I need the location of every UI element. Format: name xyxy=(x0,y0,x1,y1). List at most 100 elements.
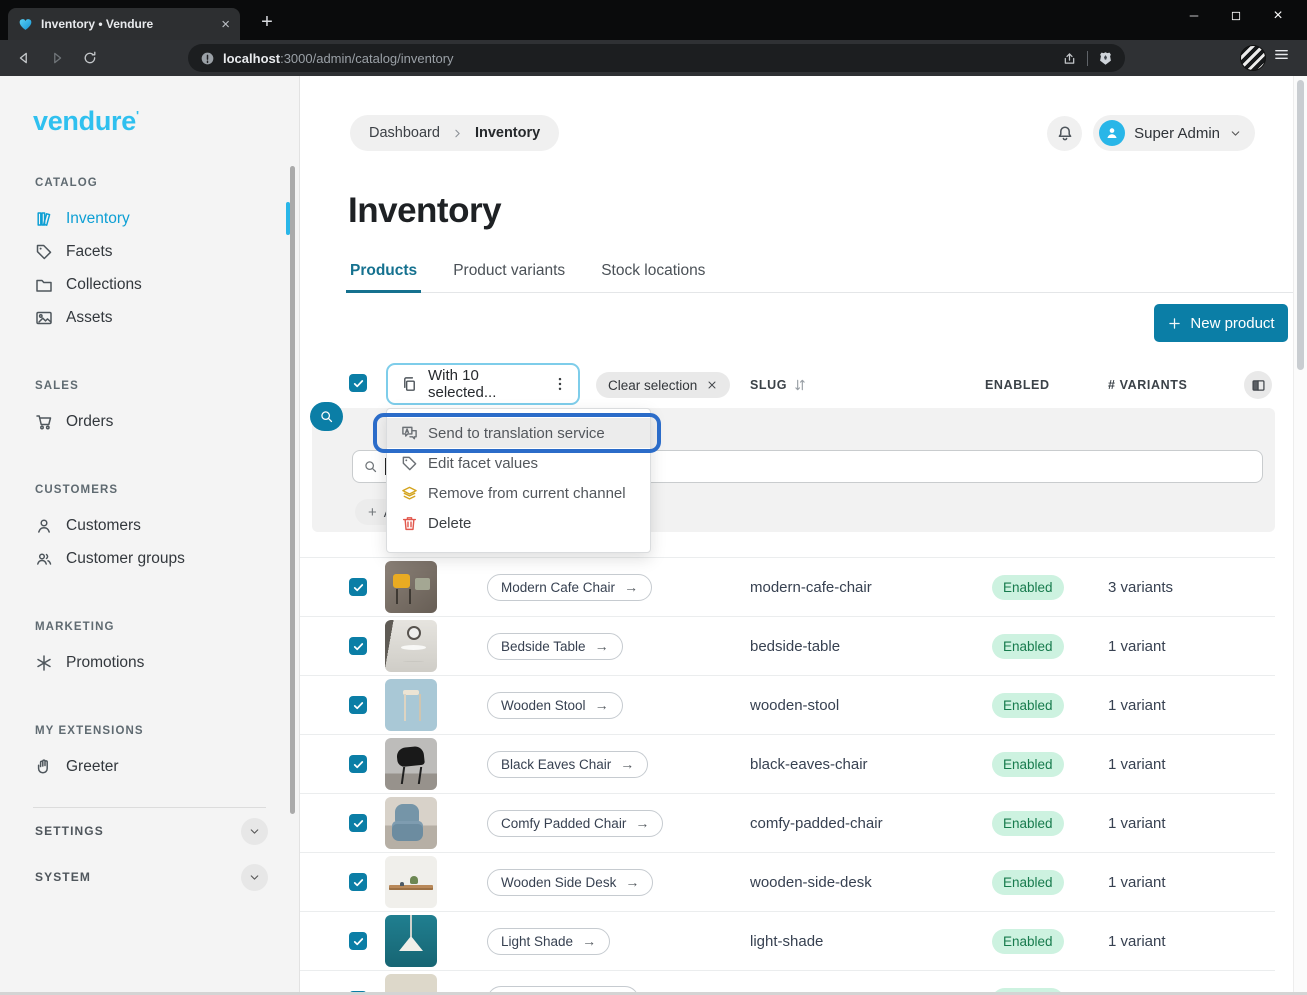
tab-close-icon[interactable]: × xyxy=(221,17,230,32)
sidebar-item-orders[interactable]: Orders xyxy=(0,405,299,438)
menu-item-label: Send to translation service xyxy=(428,425,605,442)
row-checkbox[interactable] xyxy=(349,814,367,832)
share-icon[interactable] xyxy=(1062,51,1077,66)
url-bar[interactable]: localhost:3000/admin/catalog/inventory xyxy=(188,44,1125,72)
menu-item-remove-from-current-channel[interactable]: Remove from current channel xyxy=(387,478,650,508)
urlbar-actions xyxy=(1062,51,1113,66)
tab-stock-locations[interactable]: Stock locations xyxy=(599,262,707,292)
sidebar-item-customers[interactable]: Customers xyxy=(0,509,299,542)
sidebar-item-collections[interactable]: Collections xyxy=(0,268,299,301)
maximize-button[interactable] xyxy=(1215,2,1257,30)
menu-item-send-to-translation-service[interactable]: Send to translation service xyxy=(387,418,650,448)
page-scrollbar[interactable] xyxy=(1293,76,1307,995)
sidebar-item-greeter[interactable]: Greeter xyxy=(0,750,299,783)
row-checkbox[interactable] xyxy=(349,578,367,596)
product-slug: black-eaves-chair xyxy=(750,756,992,773)
table-row: Modern Cafe Chair→modern-cafe-chairEnabl… xyxy=(300,557,1275,616)
site-info-icon[interactable] xyxy=(200,51,215,66)
page-title: Inventory xyxy=(348,191,501,231)
column-settings-button[interactable] xyxy=(1244,371,1272,399)
browser-tab-title: Inventory • Vendure xyxy=(41,17,213,31)
browser-menu-button[interactable] xyxy=(1273,46,1297,70)
menu-item-edit-facet-values[interactable]: Edit facet values xyxy=(387,448,650,478)
browser-tab[interactable]: Inventory • Vendure × xyxy=(8,8,240,40)
vendure-favicon-icon xyxy=(18,17,33,32)
product-thumbnail xyxy=(385,856,437,908)
new-product-button[interactable]: New product xyxy=(1154,304,1288,342)
minimize-button[interactable] xyxy=(1173,2,1215,30)
product-name-link[interactable]: Wooden Side Desk→ xyxy=(487,869,653,896)
table-row: Wooden Stool→wooden-stoolEnabled1 varian… xyxy=(300,675,1275,734)
tab-products[interactable]: Products xyxy=(348,262,419,292)
column-header-slug[interactable]: SLUG xyxy=(750,378,807,392)
check-icon xyxy=(352,699,365,712)
row-checkbox[interactable] xyxy=(349,932,367,950)
hamburger-icon xyxy=(1273,46,1290,63)
product-name-cell: Bedside Table→ xyxy=(487,633,750,660)
back-button[interactable] xyxy=(12,46,36,70)
product-name-link[interactable]: Modern Cafe Chair→ xyxy=(487,574,652,601)
select-all-checkbox[interactable] xyxy=(349,374,367,392)
sidebar-item-settings[interactable]: SETTINGS xyxy=(35,808,268,854)
variant-count: 3 variants xyxy=(1108,579,1173,596)
row-checkbox[interactable] xyxy=(349,637,367,655)
maximize-icon xyxy=(1230,10,1242,22)
browser-nav-buttons xyxy=(12,46,102,70)
menu-item-delete[interactable]: Delete xyxy=(387,508,650,538)
forward-button[interactable] xyxy=(45,46,69,70)
forward-icon xyxy=(49,50,65,66)
table-row: Comfy Padded Chair→comfy-padded-chairEna… xyxy=(300,793,1275,852)
search-toggle-button[interactable] xyxy=(310,402,343,431)
product-name-link[interactable]: Comfy Padded Chair→ xyxy=(487,810,663,837)
row-checkbox[interactable] xyxy=(349,873,367,891)
product-name-link[interactable]: Light Shade→ xyxy=(487,928,610,955)
sidebar-scrollbar[interactable] xyxy=(290,166,295,814)
sidebar-item-customer-groups[interactable]: Customer groups xyxy=(0,542,299,575)
close-window-button[interactable]: × xyxy=(1257,2,1299,30)
sidebar-item-inventory[interactable]: Inventory xyxy=(0,202,299,235)
system-expand-button[interactable] xyxy=(241,864,268,891)
new-tab-button[interactable]: + xyxy=(254,9,280,35)
hand-icon xyxy=(35,758,53,776)
clear-selection-button[interactable]: Clear selection xyxy=(596,372,730,398)
product-name: Modern Cafe Chair xyxy=(501,580,615,595)
product-name-link[interactable]: Black Eaves Chair→ xyxy=(487,751,648,778)
with-selected-label: With 10 selected... xyxy=(428,367,538,401)
sidebar-item-assets[interactable]: Assets xyxy=(0,301,299,334)
notifications-button[interactable] xyxy=(1047,116,1082,151)
search-icon xyxy=(319,409,334,424)
status-badge: Enabled xyxy=(992,870,1064,895)
sidebar-item-facets[interactable]: Facets xyxy=(0,235,299,268)
reload-button[interactable] xyxy=(78,46,102,70)
scrollbar-thumb[interactable] xyxy=(1297,80,1304,370)
chevron-down-icon xyxy=(248,825,261,838)
book-icon xyxy=(35,210,53,228)
brave-shield-icon[interactable] xyxy=(1098,51,1113,66)
with-selected-button[interactable]: With 10 selected... xyxy=(386,363,580,405)
product-name-link[interactable]: Bedside Table→ xyxy=(487,633,623,660)
status-badge: Enabled xyxy=(992,811,1064,836)
sidebar-item-system[interactable]: SYSTEM xyxy=(35,854,268,900)
user-menu[interactable]: Super Admin xyxy=(1093,115,1255,151)
browser-window: Inventory • Vendure × + × localhost:3000… xyxy=(0,0,1307,995)
bulk-actions-menu: Send to translation service Edit facet va… xyxy=(386,408,651,553)
check-icon xyxy=(352,817,365,830)
browser-profile-avatar[interactable] xyxy=(1240,45,1266,71)
row-checkbox[interactable] xyxy=(349,755,367,773)
sidebar-item-promotions[interactable]: Promotions xyxy=(0,646,299,679)
header-actions: Super Admin xyxy=(1047,115,1255,151)
row-checkbox[interactable] xyxy=(349,696,367,714)
column-header-enabled: ENABLED xyxy=(985,378,1050,392)
kebab-menu-icon[interactable] xyxy=(552,376,568,392)
arrow-right-icon: → xyxy=(625,875,639,889)
product-thumbnail xyxy=(385,679,437,731)
chevron-down-icon xyxy=(248,871,261,884)
status-badge: Enabled xyxy=(992,752,1064,777)
image-icon xyxy=(35,309,53,327)
breadcrumb-dashboard-link[interactable]: Dashboard xyxy=(369,125,440,141)
product-name-link[interactable]: Wooden Stool→ xyxy=(487,692,623,719)
tab-product-variants[interactable]: Product variants xyxy=(451,262,567,292)
clear-selection-label: Clear selection xyxy=(608,378,697,393)
settings-expand-button[interactable] xyxy=(241,818,268,845)
plus-icon: + xyxy=(368,504,377,521)
